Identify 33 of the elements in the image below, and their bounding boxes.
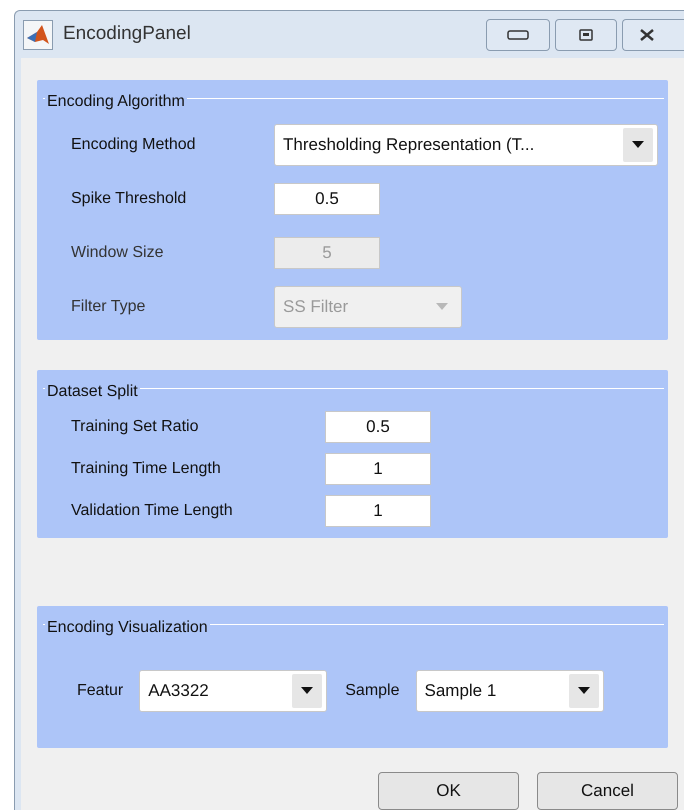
caret-icon: [301, 687, 314, 695]
close-button[interactable]: [622, 18, 684, 50]
field-label: Sample: [345, 681, 400, 701]
caret-icon: [632, 141, 644, 149]
restore-icon: [579, 28, 593, 40]
field-label: Encoding Method: [71, 135, 197, 155]
maximize-button[interactable]: [555, 18, 617, 50]
input-field[interactable]: 1: [325, 453, 431, 485]
app-logo-icon: [23, 20, 53, 50]
dialog-button[interactable]: Cancel: [537, 772, 678, 810]
dropdown[interactable]: AA3322: [139, 670, 328, 712]
window-title: EncodingPanel: [63, 22, 192, 46]
panel-title: Dataset Split: [45, 383, 140, 400]
close-icon: [639, 28, 655, 42]
field-label: Validation Time Length: [71, 501, 234, 521]
minimize-icon: [507, 30, 529, 40]
input-field[interactable]: 1: [325, 495, 431, 527]
input-field[interactable]: 0.5: [325, 411, 431, 443]
caret-icon: [578, 687, 590, 695]
input-field[interactable]: 0.5: [274, 183, 380, 215]
field-label: Training Time Length: [71, 459, 222, 479]
panel-title: Encoding Algorithm: [45, 93, 187, 110]
dropdown[interactable]: Sample 1: [416, 670, 604, 712]
panel-title: Encoding Visualization: [45, 619, 210, 636]
field-label: Featur: [77, 681, 124, 701]
minimize-button[interactable]: [486, 18, 550, 50]
dialog-button[interactable]: OK: [378, 772, 519, 810]
field-label: Training Set Ratio: [71, 417, 200, 437]
caret-icon: [436, 303, 448, 311]
field-label: Spike Threshold: [71, 189, 188, 209]
field-label: Filter Type: [71, 297, 146, 317]
field-label: Window Size: [71, 243, 164, 263]
dropdown[interactable]: Thresholding Representation (T...: [274, 124, 658, 166]
